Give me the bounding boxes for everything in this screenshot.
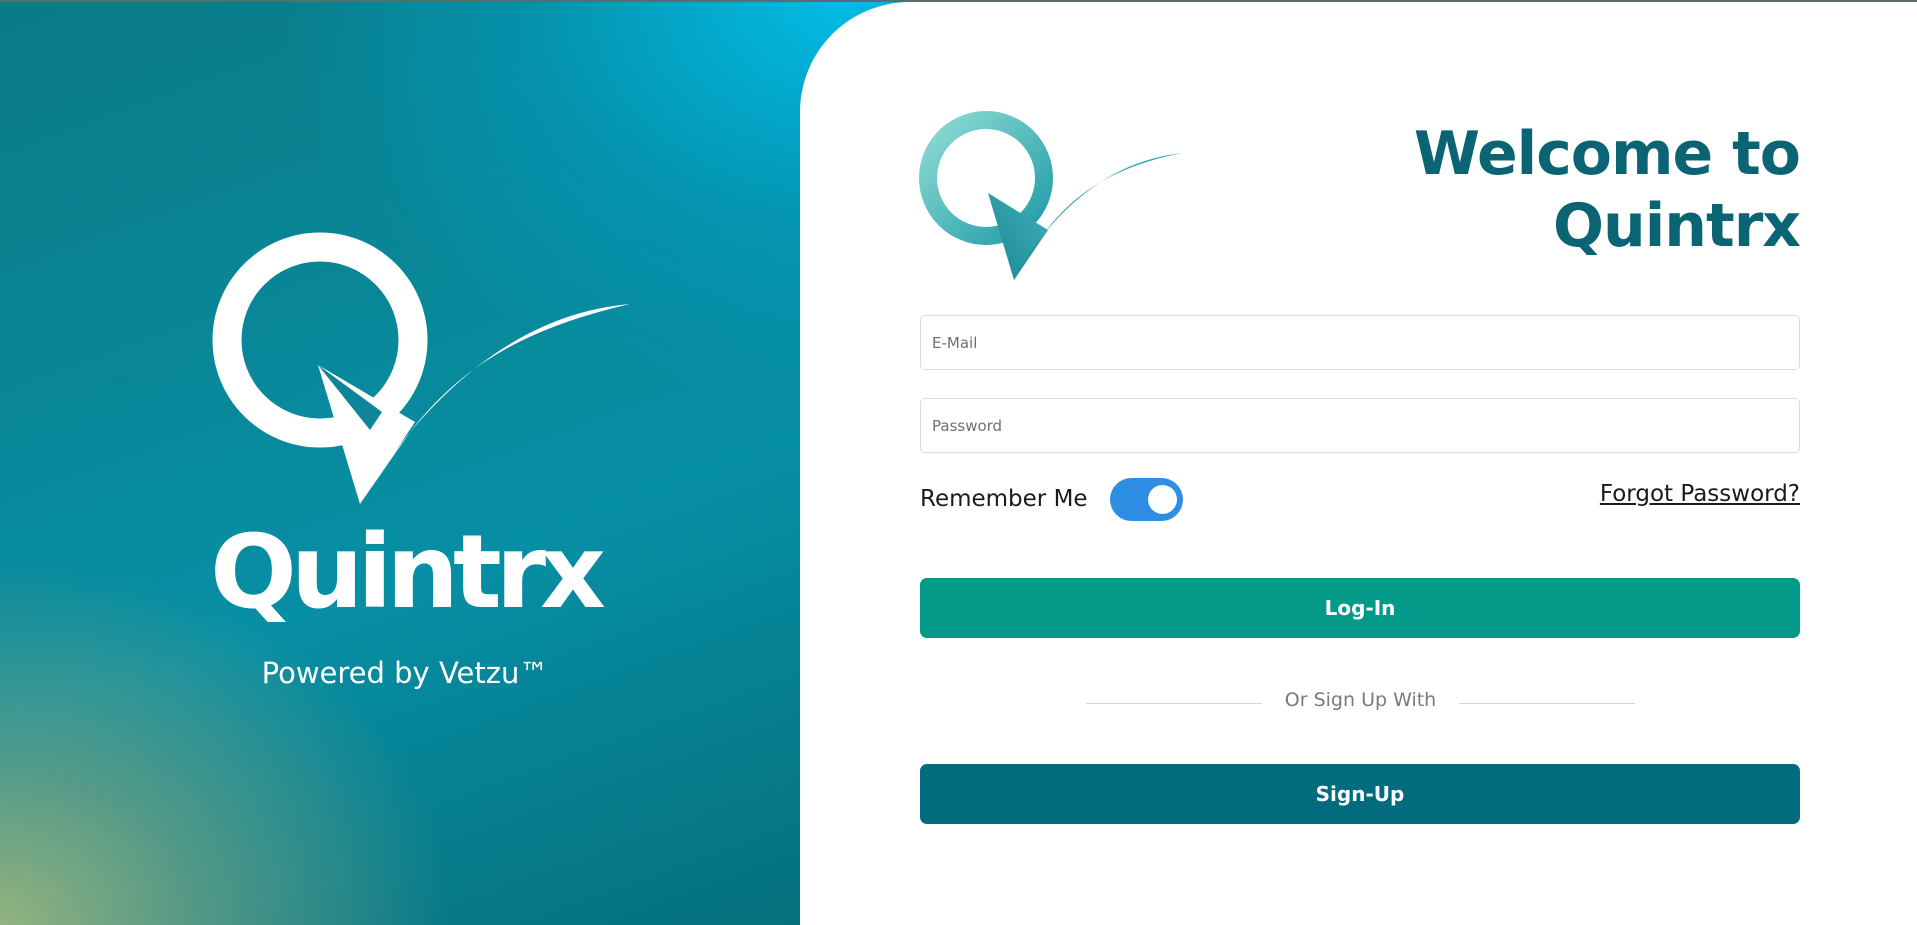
welcome-heading: Welcome to Quintrx [1300,118,1801,262]
remember-me-toggle[interactable] [1110,478,1183,521]
email-field[interactable] [920,315,1800,370]
brand-name: Quintrx [210,513,606,632]
brand-tagline: Powered by Vetzu™ [261,656,549,690]
q-check-logo-icon [212,232,630,504]
password-field[interactable] [920,398,1800,453]
q-check-logo-icon [919,111,1182,280]
signup-button[interactable]: Sign-Up [920,764,1800,824]
window-top-border [0,0,1917,2]
divider-line-left [1086,703,1262,704]
toggle-knob [1148,485,1177,514]
welcome-line-2: Quintrx [1553,191,1801,261]
remember-me-label: Remember Me [920,486,1088,512]
signup-divider-text: Or Sign Up With [1284,689,1437,711]
divider-line-right [1459,703,1635,704]
forgot-password-link[interactable]: Forgot Password? [1500,481,1800,507]
welcome-line-1: Welcome to [1413,119,1801,189]
login-button[interactable]: Log-In [920,578,1800,638]
